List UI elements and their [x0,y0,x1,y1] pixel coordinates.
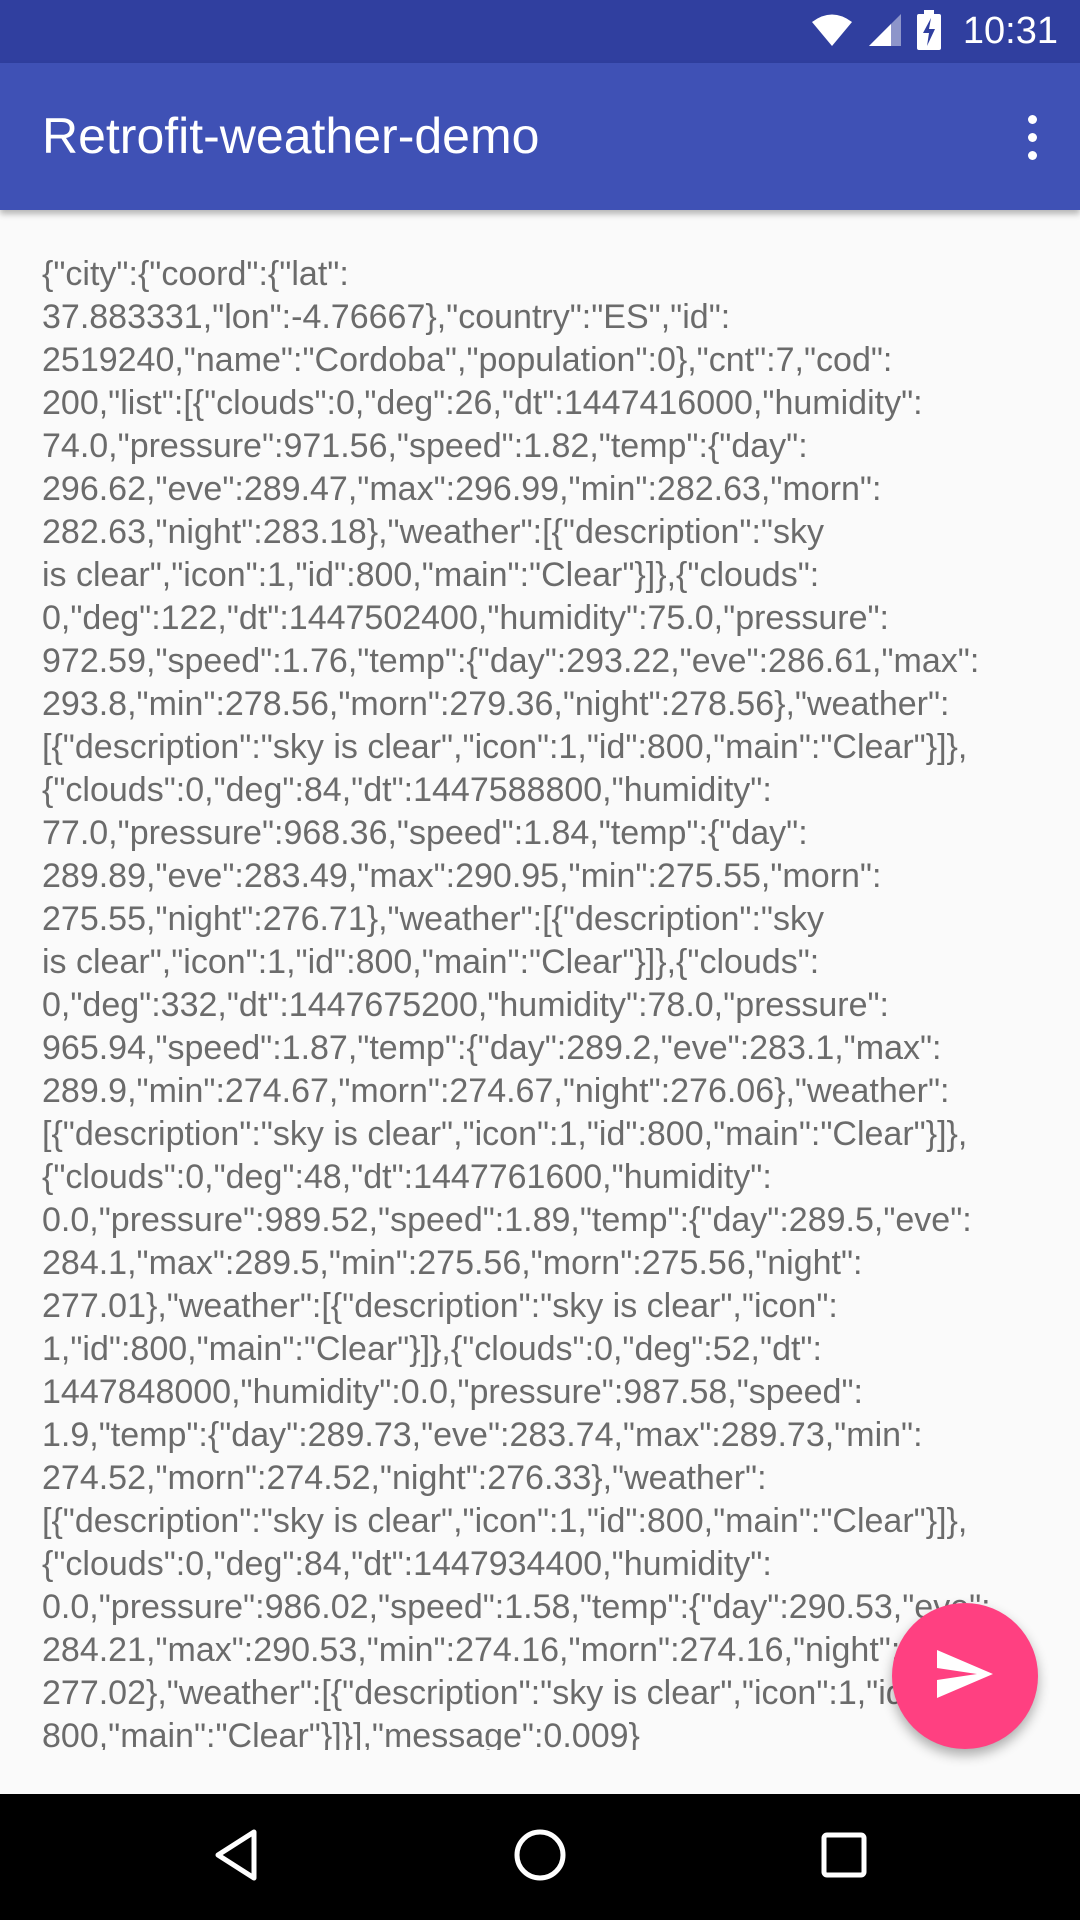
back-icon [212,1828,260,1886]
back-button[interactable] [166,1794,306,1920]
content-area[interactable]: {"city":{"coord":{"lat": 37.883331,"lon"… [0,210,1080,1794]
home-button[interactable] [470,1794,610,1920]
more-vert-icon[interactable] [1002,99,1062,175]
app-title: Retrofit-weather-demo [42,108,540,164]
status-time: 10:31 [962,10,1058,52]
send-fab-button[interactable] [892,1603,1038,1749]
status-icons: 10:31 [811,0,1058,63]
cell-signal-icon [867,12,903,52]
weather-response-text: {"city":{"coord":{"lat": 37.883331,"lon"… [42,255,991,1750]
navigation-bar [0,1794,1080,1920]
send-icon [936,1649,994,1703]
home-icon [513,1828,567,1886]
recents-button[interactable] [774,1794,914,1920]
battery-charging-icon [916,9,941,54]
wifi-icon [811,13,853,51]
status-bar: 10:31 [0,0,1080,63]
app-bar: Retrofit-weather-demo [0,63,1080,210]
recents-icon [820,1831,868,1883]
